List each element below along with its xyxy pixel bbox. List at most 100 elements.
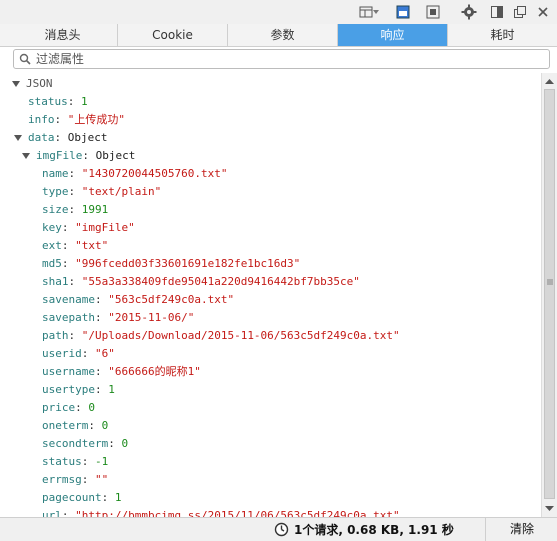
prop-value: Object <box>95 149 136 162</box>
prop-value: "imgFile" <box>75 221 135 234</box>
expand-triangle-icon[interactable] <box>12 81 20 87</box>
tree-row: username: "666666的昵称1" <box>42 365 201 378</box>
prop-value: 1991 <box>81 203 109 216</box>
prop-value: "2015-11-06/" <box>108 311 195 324</box>
prop-value: "563c5df249c0a.txt" <box>108 293 235 306</box>
prop-value: 0 <box>101 419 109 432</box>
prop-value: "55a3a338409fde95041a220d9416442bf7bb35c… <box>81 275 360 288</box>
prop-value: 0 <box>88 401 95 414</box>
tree-row: info: "上传成功" <box>28 113 125 126</box>
timer-icon <box>274 522 289 537</box>
prop-key: oneterm <box>42 419 89 432</box>
tree-node-imgfile[interactable]: imgFile: Object <box>22 147 135 165</box>
prop-value: 0 <box>121 437 129 450</box>
prop-value: -1 <box>95 455 109 468</box>
clear-button[interactable]: 清除 <box>485 518 557 541</box>
prop-key: savename <box>42 293 95 306</box>
tree-row: ext: "txt" <box>42 239 109 252</box>
prop-key: key <box>42 221 62 234</box>
prop-value: 1 <box>81 95 88 108</box>
tree-row: size: 1991 <box>42 203 109 216</box>
prop-key: ext <box>42 239 62 252</box>
tree-node-data[interactable]: data: Object <box>14 129 108 147</box>
prop-value: "上传成功" <box>67 113 125 126</box>
tree-row: path: "/Uploads/Download/2015-11-06/563c… <box>42 329 400 342</box>
dropdown-icon[interactable] <box>371 3 381 21</box>
prop-key: errmsg <box>42 473 82 486</box>
prop-key: savepath <box>42 311 95 324</box>
tree-row: pagecount: 1 <box>42 491 122 504</box>
vertical-scrollbar[interactable] <box>541 73 557 517</box>
prop-key: username <box>42 365 95 378</box>
close-icon[interactable] <box>534 3 552 21</box>
tab-params[interactable]: 参数 <box>228 24 338 46</box>
tree-row: type: "text/plain" <box>42 185 162 198</box>
scroll-down-icon[interactable] <box>544 503 555 514</box>
prop-value: 1 <box>114 491 122 504</box>
tree-row: status: -1 <box>42 455 109 468</box>
tree-row: key: "imgFile" <box>42 221 135 234</box>
filter-properties-input[interactable]: 过滤属性 <box>13 49 550 69</box>
tab-label: 响应 <box>380 28 405 42</box>
prop-key: status <box>42 455 82 468</box>
gear-icon[interactable] <box>460 3 478 21</box>
network-detail-tabs: 消息头 Cookie 参数 响应 耗时 <box>0 24 557 47</box>
tab-cookie[interactable]: Cookie <box>118 24 228 46</box>
tree-root-label: JSON <box>26 77 53 90</box>
expand-triangle-icon[interactable] <box>14 135 22 141</box>
prop-key: secondterm <box>42 437 109 450</box>
prop-value: "txt" <box>75 239 109 252</box>
tree-row: url: "http://bmmbcimg.ss/2015/11/06/563c… <box>42 507 400 517</box>
tree-row: errmsg: "" <box>42 473 109 486</box>
dock-side-icon[interactable] <box>488 3 506 21</box>
search-icon <box>19 53 31 65</box>
prop-key: sha1 <box>42 275 69 288</box>
tab-label: Cookie <box>152 28 193 42</box>
prop-key: data <box>28 131 55 144</box>
prop-value: "1430720044505760.txt" <box>81 167 228 180</box>
tree-row: savepath: "2015-11-06/" <box>42 311 195 324</box>
prop-value: "996fcedd03f33601691e182fe1bc16d3" <box>75 257 301 270</box>
scrollbar-thumb[interactable] <box>544 89 555 499</box>
prop-key: type <box>42 185 69 198</box>
tab-label: 消息头 <box>44 28 81 42</box>
prop-value: "6" <box>95 347 115 360</box>
tab-response[interactable]: 响应 <box>338 24 448 46</box>
request-summary: 1个请求, 0.68 KB, 1.91 秒 <box>294 523 454 537</box>
prop-key: url <box>42 509 62 517</box>
clear-label: 清除 <box>509 522 534 536</box>
prop-value: 1 <box>108 383 115 396</box>
tree-row: oneterm: 0 <box>42 419 109 432</box>
prop-key: imgFile <box>36 149 83 162</box>
tree-row: savename: "563c5df249c0a.txt" <box>42 293 235 306</box>
prop-key: userid <box>42 347 82 360</box>
tree-row: name: "1430720044505760.txt" <box>42 167 228 180</box>
tree-row: secondterm: 0 <box>42 437 129 450</box>
tab-label: 耗时 <box>490 28 515 42</box>
status-bar: 1个请求, 0.68 KB, 1.91 秒 清除 <box>0 517 557 541</box>
prop-key: name <box>42 167 69 180</box>
prop-value: "" <box>95 473 109 486</box>
console-icon[interactable] <box>394 3 412 21</box>
json-tree: JSON status: 1 info: "上传成功" data: Object… <box>0 73 541 517</box>
scroll-up-icon[interactable] <box>544 76 555 87</box>
inspector-icon[interactable] <box>424 3 442 21</box>
prop-key: pagecount <box>42 491 102 504</box>
filter-placeholder: 过滤属性 <box>36 52 85 66</box>
filter-bar: 过滤属性 <box>0 47 557 73</box>
tree-root-json[interactable]: JSON <box>12 75 53 93</box>
tree-row: status: 1 <box>28 95 88 108</box>
prop-key: info <box>28 113 55 126</box>
tree-row: userid: "6" <box>42 347 115 360</box>
expand-triangle-icon[interactable] <box>22 153 30 159</box>
tab-headers[interactable]: 消息头 <box>8 24 118 46</box>
prop-key: usertype <box>42 383 95 396</box>
tree-row: usertype: 1 <box>42 383 115 396</box>
tab-timings[interactable]: 耗时 <box>448 24 557 46</box>
prop-key: status <box>28 95 68 108</box>
undock-icon[interactable] <box>511 3 529 21</box>
prop-value: "http://bmmbcimg.ss/2015/11/06/563c5df24… <box>75 509 400 517</box>
prop-value: "text/plain" <box>81 185 162 198</box>
tree-row: md5: "996fcedd03f33601691e182fe1bc16d3" <box>42 257 301 270</box>
tree-row: price: 0 <box>42 401 95 414</box>
